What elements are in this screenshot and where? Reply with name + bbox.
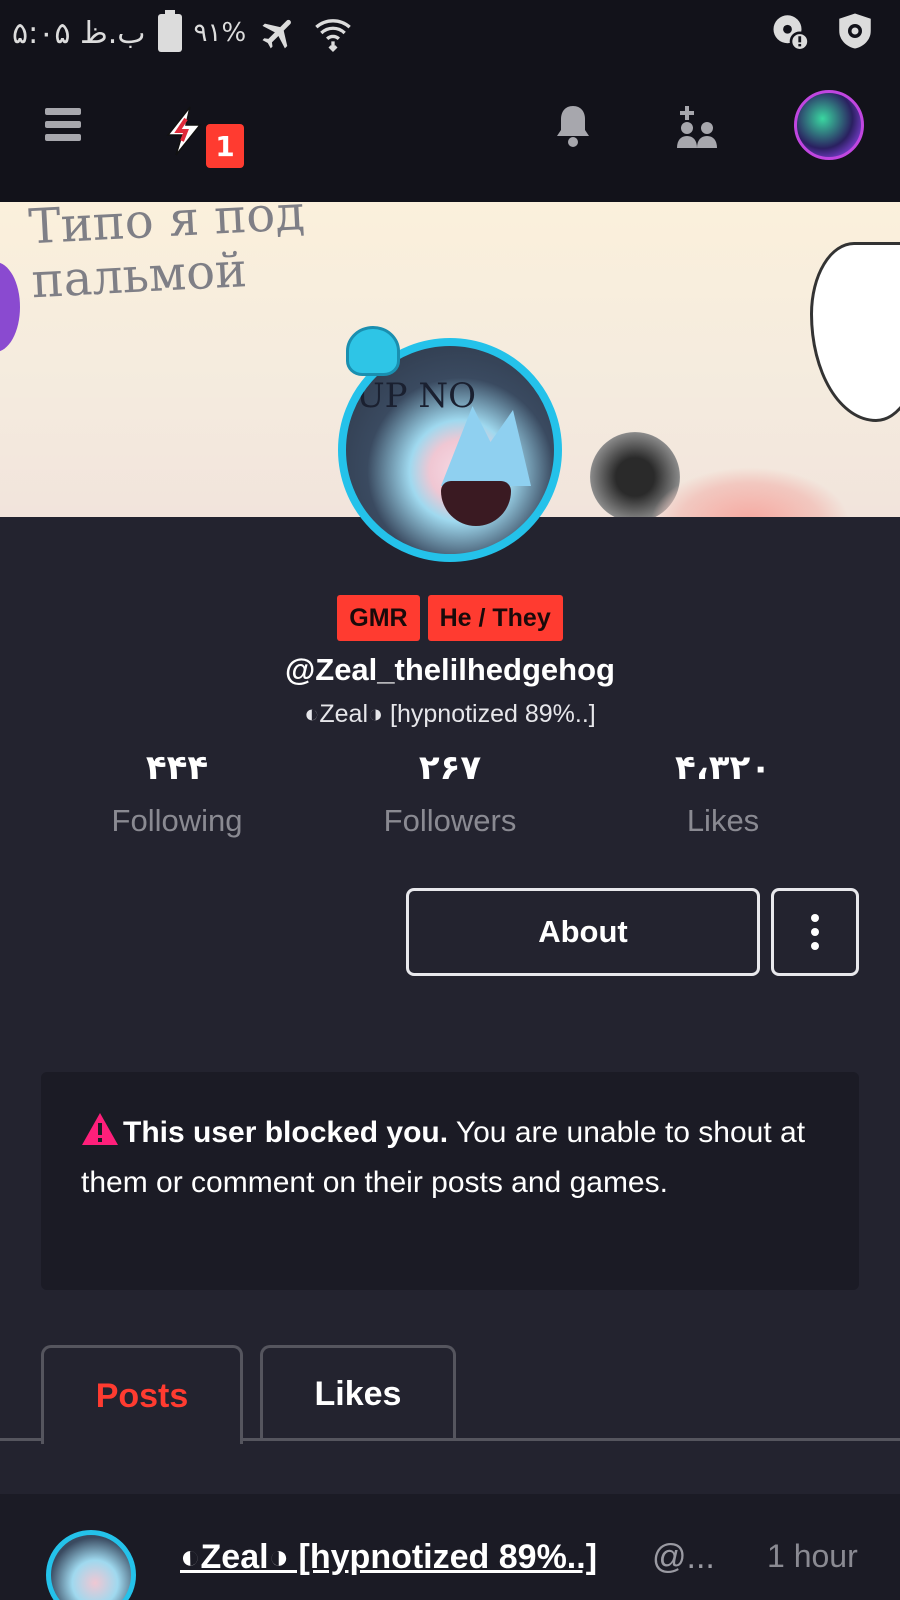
tag-gmr: GMR (337, 595, 420, 641)
lightning-icon[interactable] (158, 102, 210, 160)
shield-icon (834, 10, 876, 52)
post-timestamp: 1 hour (767, 1538, 858, 1574)
post-card[interactable]: ◐Zeal◑ [hypnotized 89%..] @... 1 hour (0, 1494, 900, 1600)
following-label: Following (111, 803, 243, 838)
more-vertical-icon[interactable] (771, 888, 859, 976)
following-count: ۴۴۴ (145, 748, 209, 788)
about-button[interactable]: About (406, 888, 760, 976)
profile-tags: GMR He / They (0, 595, 900, 641)
banner-scribble: Типо я под пальмой (27, 202, 307, 310)
stat-following[interactable]: ۴۴۴ Following (57, 745, 297, 839)
profile-display-name: ◐Zeal◑ [hypnotized 89%..] (304, 700, 596, 728)
menu-icon[interactable] (38, 100, 88, 150)
jellyfish-decoration (346, 326, 400, 376)
status-right (770, 10, 876, 52)
stat-likes[interactable]: ۴،۳۲۰ Likes (603, 745, 843, 839)
tab-likes[interactable]: Likes (260, 1345, 456, 1441)
battery-percent: ۹۱% (193, 18, 247, 48)
warning-icon (81, 1112, 119, 1160)
status-bar: ۵:۰۵ ب.ظ ۹۱% (0, 0, 900, 62)
likes-count: ۴،۳۲۰ (675, 748, 771, 788)
likes-label: Likes (686, 803, 760, 838)
blocked-notice: This user blocked you. You are unable to… (41, 1072, 859, 1290)
profile-tabs: Posts Likes (0, 1345, 900, 1444)
bell-icon[interactable] (548, 98, 598, 154)
banner-white-character (810, 242, 900, 422)
status-left: ۵:۰۵ ب.ظ ۹۱% (12, 10, 354, 54)
post-author-avatar[interactable] (46, 1530, 136, 1600)
top-nav: 1 (0, 62, 900, 202)
wifi-icon (312, 12, 354, 54)
battery-icon (157, 10, 182, 52)
banner-purple-shape (0, 262, 20, 352)
avatar-hedgehog-spikes (441, 406, 531, 486)
post-author-handle: @... (652, 1538, 715, 1576)
airplane-icon (258, 12, 300, 54)
profile-username: @Zeal_thelilhedgehog (285, 652, 615, 687)
notification-count-badge: 1 (206, 124, 244, 168)
followers-count: ۲۶۷ (418, 748, 482, 788)
avatar-mouth (441, 481, 511, 526)
tag-pronouns: He / They (427, 595, 563, 641)
user-avatar-button[interactable] (794, 90, 864, 160)
profile-stats: ۴۴۴ Following ۲۶۷ Followers ۴،۳۲۰ Likes (0, 745, 900, 845)
stat-followers[interactable]: ۲۶۷ Followers (330, 745, 570, 839)
blocked-notice-title: This user blocked you. (123, 1116, 449, 1149)
avatar-scribble: UP NO (356, 376, 476, 416)
followers-label: Followers (383, 803, 517, 838)
status-time: ۵:۰۵ ب.ظ (12, 15, 146, 51)
post-author-name[interactable]: ◐Zeal◑ [hypnotized 89%..] (180, 1538, 597, 1577)
tab-posts[interactable]: Posts (41, 1345, 243, 1444)
data-alert-icon (770, 10, 812, 52)
banner-pink-shape (650, 467, 850, 517)
add-friend-icon[interactable] (672, 102, 724, 152)
